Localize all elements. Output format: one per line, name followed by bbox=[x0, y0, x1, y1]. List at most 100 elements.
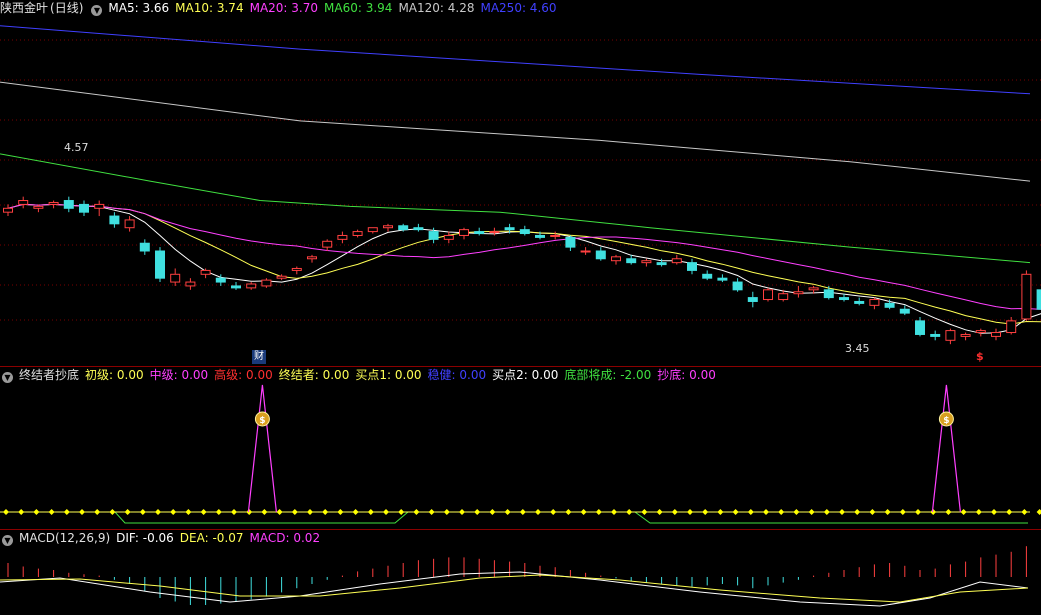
macd-item: DEA: -0.07 bbox=[179, 531, 244, 545]
signal-diamond bbox=[945, 509, 952, 515]
signal-diamond bbox=[170, 509, 177, 515]
ma120-line bbox=[0, 81, 1031, 182]
indicator-item: 终结者: 0.00 bbox=[278, 368, 350, 382]
candle-body bbox=[580, 250, 591, 253]
candle-body bbox=[18, 200, 29, 205]
candle-body bbox=[170, 273, 181, 283]
candle-body bbox=[291, 267, 302, 271]
signal-diamond bbox=[443, 509, 450, 515]
candle-body bbox=[945, 330, 956, 341]
macd-panel[interactable]: ▼ MACD(12,26,9) DIF: -0.06 DEA: -0.07 MACD: … bbox=[0, 530, 1041, 615]
signal-diamond bbox=[915, 509, 921, 515]
bottom-signal-spike bbox=[247, 384, 277, 513]
money-bag-symbol: $ bbox=[259, 416, 265, 426]
signal-diamond bbox=[991, 509, 997, 515]
signal-diamond bbox=[109, 509, 116, 515]
signal-diamond bbox=[671, 509, 678, 515]
signal-diamond bbox=[276, 509, 283, 515]
candle-body bbox=[687, 262, 697, 271]
candle-body bbox=[884, 302, 895, 308]
macd-header: ▼ MACD(12,26,9) DIF: -0.06 DEA: -0.07 MACD: … bbox=[0, 530, 332, 546]
candle-body bbox=[261, 279, 272, 287]
candle-body bbox=[747, 297, 758, 302]
candle-body bbox=[808, 287, 819, 291]
collapse-toggle-icon[interactable]: ▼ bbox=[2, 372, 13, 383]
candle-body bbox=[991, 332, 1001, 337]
kline-panel[interactable]: 陕西金叶 (日线) ▼ MA5: 3.66 MA10: 3.74 MA20: 3.70 MA… bbox=[0, 0, 1041, 366]
candle-body bbox=[839, 297, 849, 301]
candle-body bbox=[671, 258, 682, 264]
indicator-item: 抄底: 0.00 bbox=[657, 368, 716, 382]
indicator-item: 中级: 0.00 bbox=[149, 368, 209, 382]
signal-diamond bbox=[702, 509, 709, 515]
signal-diamond bbox=[1006, 509, 1013, 515]
candle-body bbox=[1021, 273, 1032, 320]
signal-diamond bbox=[550, 509, 557, 515]
candle-body bbox=[428, 231, 439, 240]
candle-body bbox=[732, 281, 743, 291]
macd-legend: DIF: -0.06 DEA: -0.07 MACD: 0.02 bbox=[116, 531, 326, 545]
signal-diamond bbox=[459, 509, 465, 515]
candle-body bbox=[915, 320, 925, 335]
signal-diamond bbox=[626, 509, 633, 515]
signal-diamond bbox=[975, 509, 982, 515]
candle-body bbox=[383, 225, 393, 229]
signal-diamond bbox=[869, 509, 876, 515]
candle-body bbox=[33, 205, 44, 209]
candle-body bbox=[1006, 320, 1017, 334]
finance-icon[interactable]: 财 bbox=[252, 350, 266, 364]
ma-legend-item: MA120: 4.28 bbox=[398, 1, 475, 15]
signal-diamond bbox=[747, 509, 754, 515]
candle-body bbox=[398, 225, 409, 231]
signal-diamond bbox=[185, 509, 192, 515]
signal-diamond bbox=[960, 509, 967, 515]
candle-body bbox=[276, 275, 287, 279]
candle-body bbox=[595, 250, 606, 260]
candle-body bbox=[535, 234, 545, 238]
candle-body bbox=[960, 333, 971, 337]
signal-diamond bbox=[565, 509, 572, 515]
high-price-label: 4.57 bbox=[64, 141, 89, 154]
signal-diamond bbox=[778, 509, 785, 515]
indicator-item: 底部将成: -2.00 bbox=[564, 368, 652, 382]
ma-legend-item: MA60: 3.94 bbox=[324, 1, 393, 15]
candle-body bbox=[124, 219, 135, 229]
indicator-panel[interactable]: ▼ 终结者抄底 初级: 0.00 中级: 0.00 高级: 0.00 终结者: 0.00 买… bbox=[0, 367, 1041, 529]
candle-body bbox=[626, 258, 637, 264]
candle-body bbox=[854, 300, 865, 304]
candle-body bbox=[975, 330, 986, 334]
candle-body bbox=[869, 299, 880, 306]
indicator-legend: 初级: 0.00 中级: 0.00 高级: 0.00 终结者: 0.00 买点1: 0.… bbox=[85, 368, 722, 382]
indicator-item: 稳健: 0.00 bbox=[427, 368, 487, 382]
signal-diamond bbox=[519, 509, 526, 515]
signal-diamond bbox=[3, 509, 9, 515]
candle-body bbox=[504, 227, 515, 231]
signal-diamond bbox=[717, 509, 724, 515]
candle-body bbox=[899, 308, 910, 314]
ma-legend-item: MA5: 3.66 bbox=[108, 1, 170, 15]
signal-diamond bbox=[1021, 509, 1028, 515]
signal-diamond bbox=[200, 509, 207, 515]
candlestick-chart[interactable] bbox=[0, 0, 1041, 366]
candle-body bbox=[763, 289, 773, 301]
candle-body bbox=[79, 203, 89, 213]
signal-diamond bbox=[367, 509, 374, 515]
signal-diamond bbox=[839, 509, 845, 515]
signal-diamond bbox=[763, 509, 769, 515]
candle-body bbox=[155, 250, 165, 279]
candle-body bbox=[352, 231, 363, 236]
candle-body bbox=[793, 291, 804, 295]
bottom-signal-spike bbox=[931, 384, 961, 513]
signal-diamond bbox=[504, 509, 511, 515]
ma-legend-item: MA20: 3.70 bbox=[249, 1, 319, 15]
indicator-chart[interactable]: $ $ bbox=[0, 367, 1041, 529]
signal-diamond bbox=[808, 509, 815, 515]
kline-header: 陕西金叶 (日线) ▼ MA5: 3.66 MA10: 3.74 MA20: 3.70 MA… bbox=[0, 0, 569, 16]
ma250-line bbox=[0, 25, 1031, 95]
collapse-toggle-icon[interactable]: ▼ bbox=[2, 535, 13, 546]
candle-body bbox=[246, 283, 257, 289]
collapse-toggle-icon[interactable]: ▼ bbox=[91, 5, 103, 16]
signal-diamond bbox=[322, 509, 329, 515]
dollar-marker-icon: $ bbox=[976, 350, 984, 363]
signal-diamond bbox=[535, 509, 541, 515]
